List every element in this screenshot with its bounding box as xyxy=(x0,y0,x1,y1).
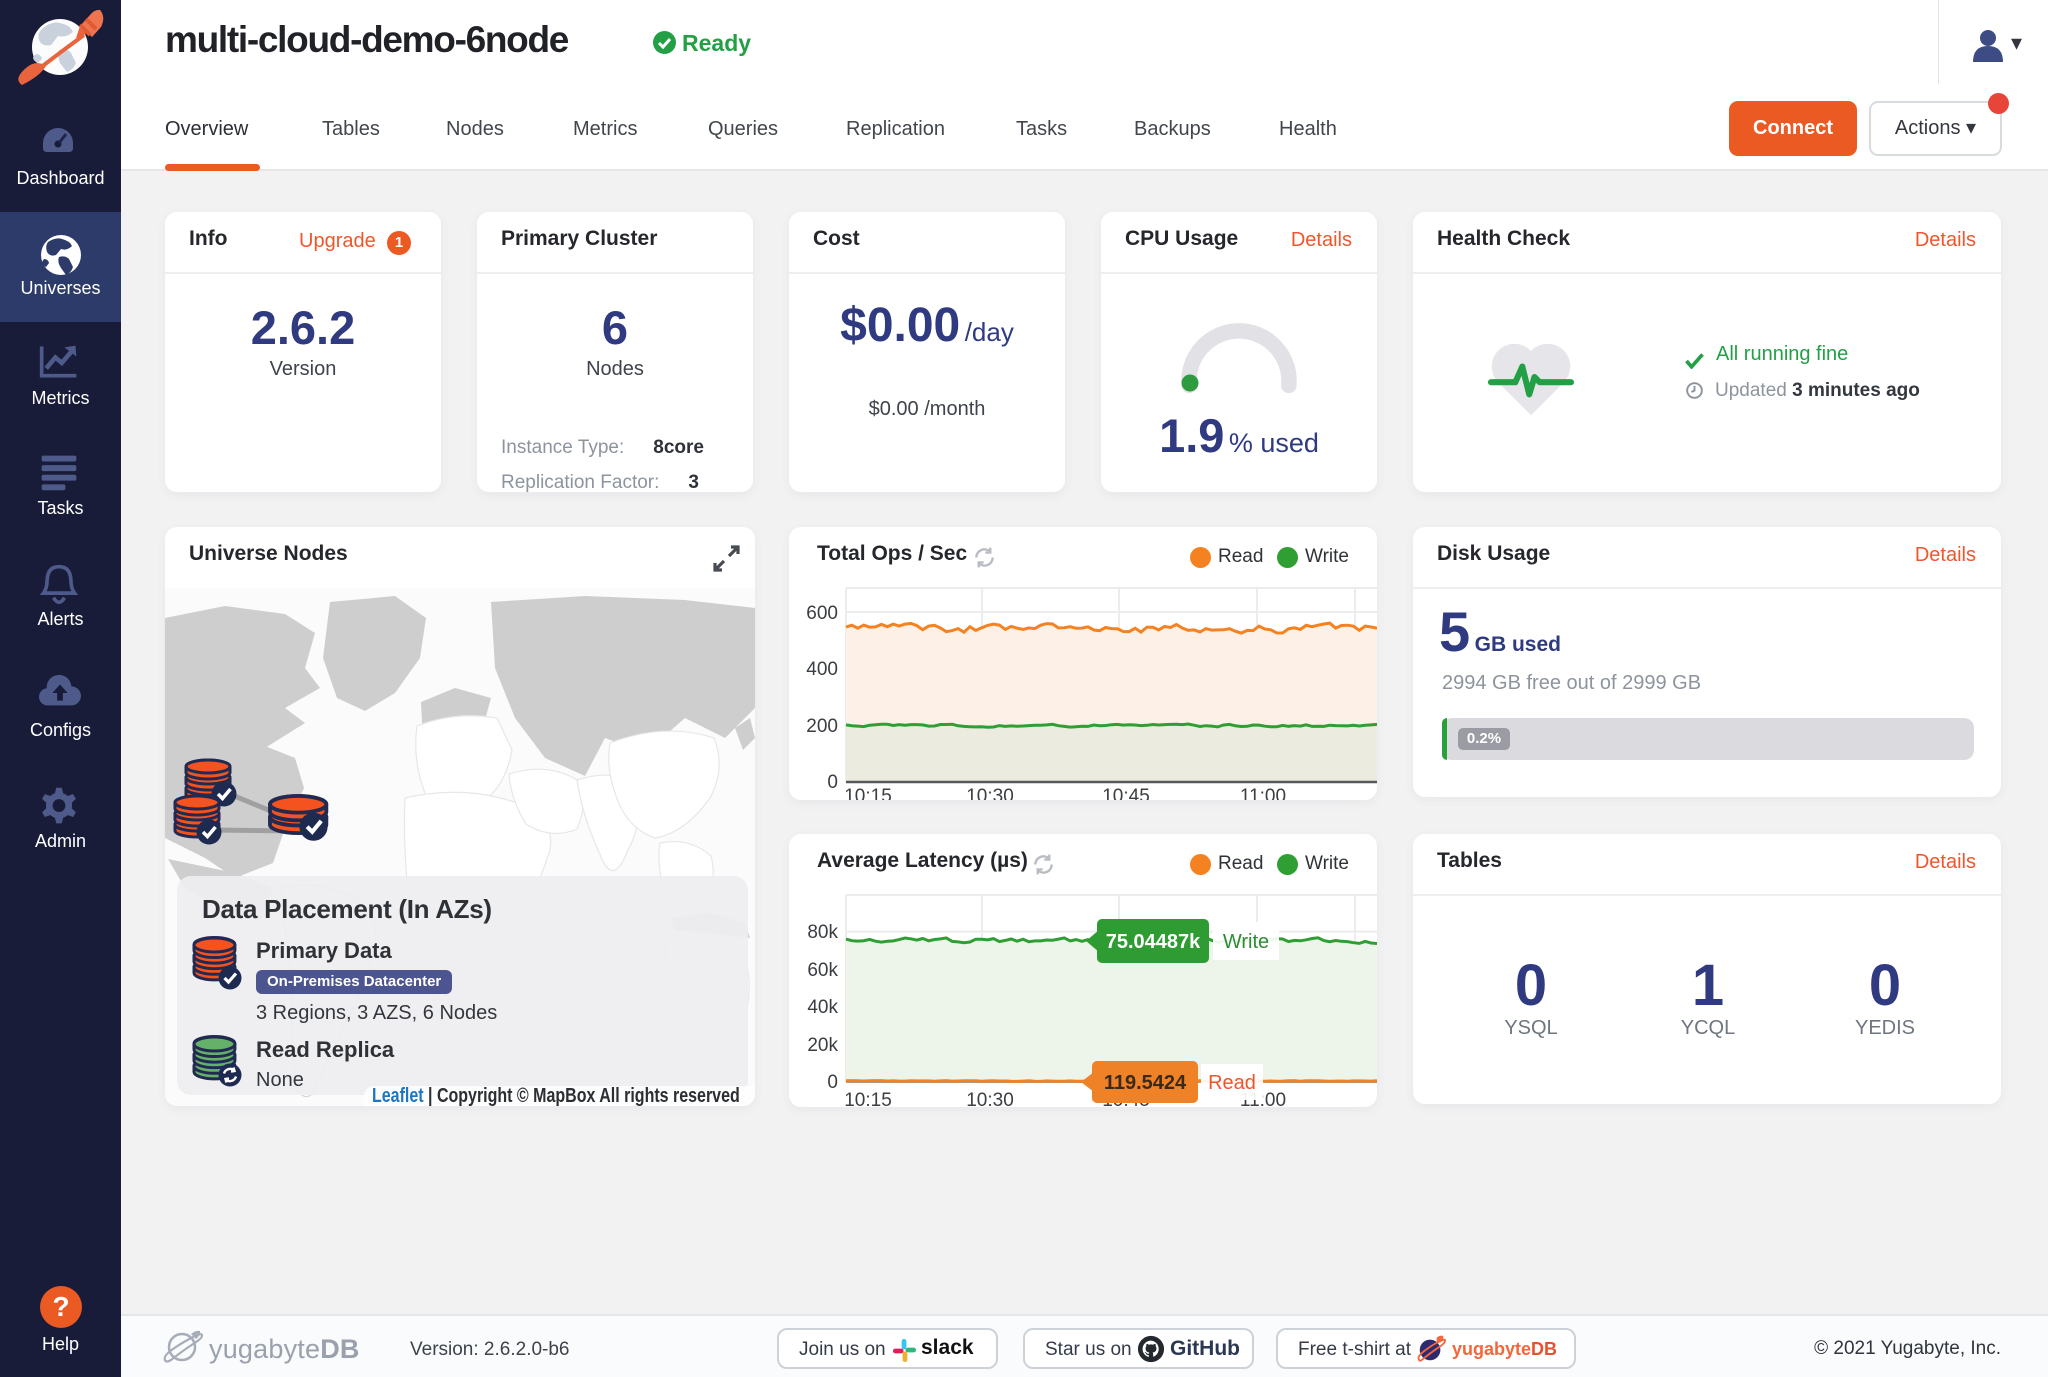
svg-text:0: 0 xyxy=(827,772,838,793)
svg-text:75.04487k: 75.04487k xyxy=(1106,931,1201,953)
svg-text:20k: 20k xyxy=(807,1035,838,1056)
svg-text:0: 0 xyxy=(827,1072,838,1093)
svg-text:10:45: 10:45 xyxy=(1102,786,1150,800)
svg-text:Read: Read xyxy=(1208,1072,1256,1094)
svg-text:10:30: 10:30 xyxy=(966,1090,1014,1107)
svg-text:Write: Write xyxy=(1223,931,1269,953)
svg-text:200: 200 xyxy=(806,716,838,737)
svg-text:119.5424: 119.5424 xyxy=(1104,1072,1187,1094)
svg-text:80k: 80k xyxy=(807,922,838,943)
svg-text:?: ? xyxy=(52,1291,69,1322)
svg-text:10:15: 10:15 xyxy=(844,786,892,800)
svg-text:600: 600 xyxy=(806,603,838,624)
svg-text:40k: 40k xyxy=(807,997,838,1018)
svg-text:400: 400 xyxy=(806,659,838,680)
svg-text:11:00: 11:00 xyxy=(1240,786,1286,800)
svg-text:10:30: 10:30 xyxy=(966,786,1014,800)
svg-text:10:15: 10:15 xyxy=(844,1090,892,1107)
svg-text:60k: 60k xyxy=(807,960,838,981)
